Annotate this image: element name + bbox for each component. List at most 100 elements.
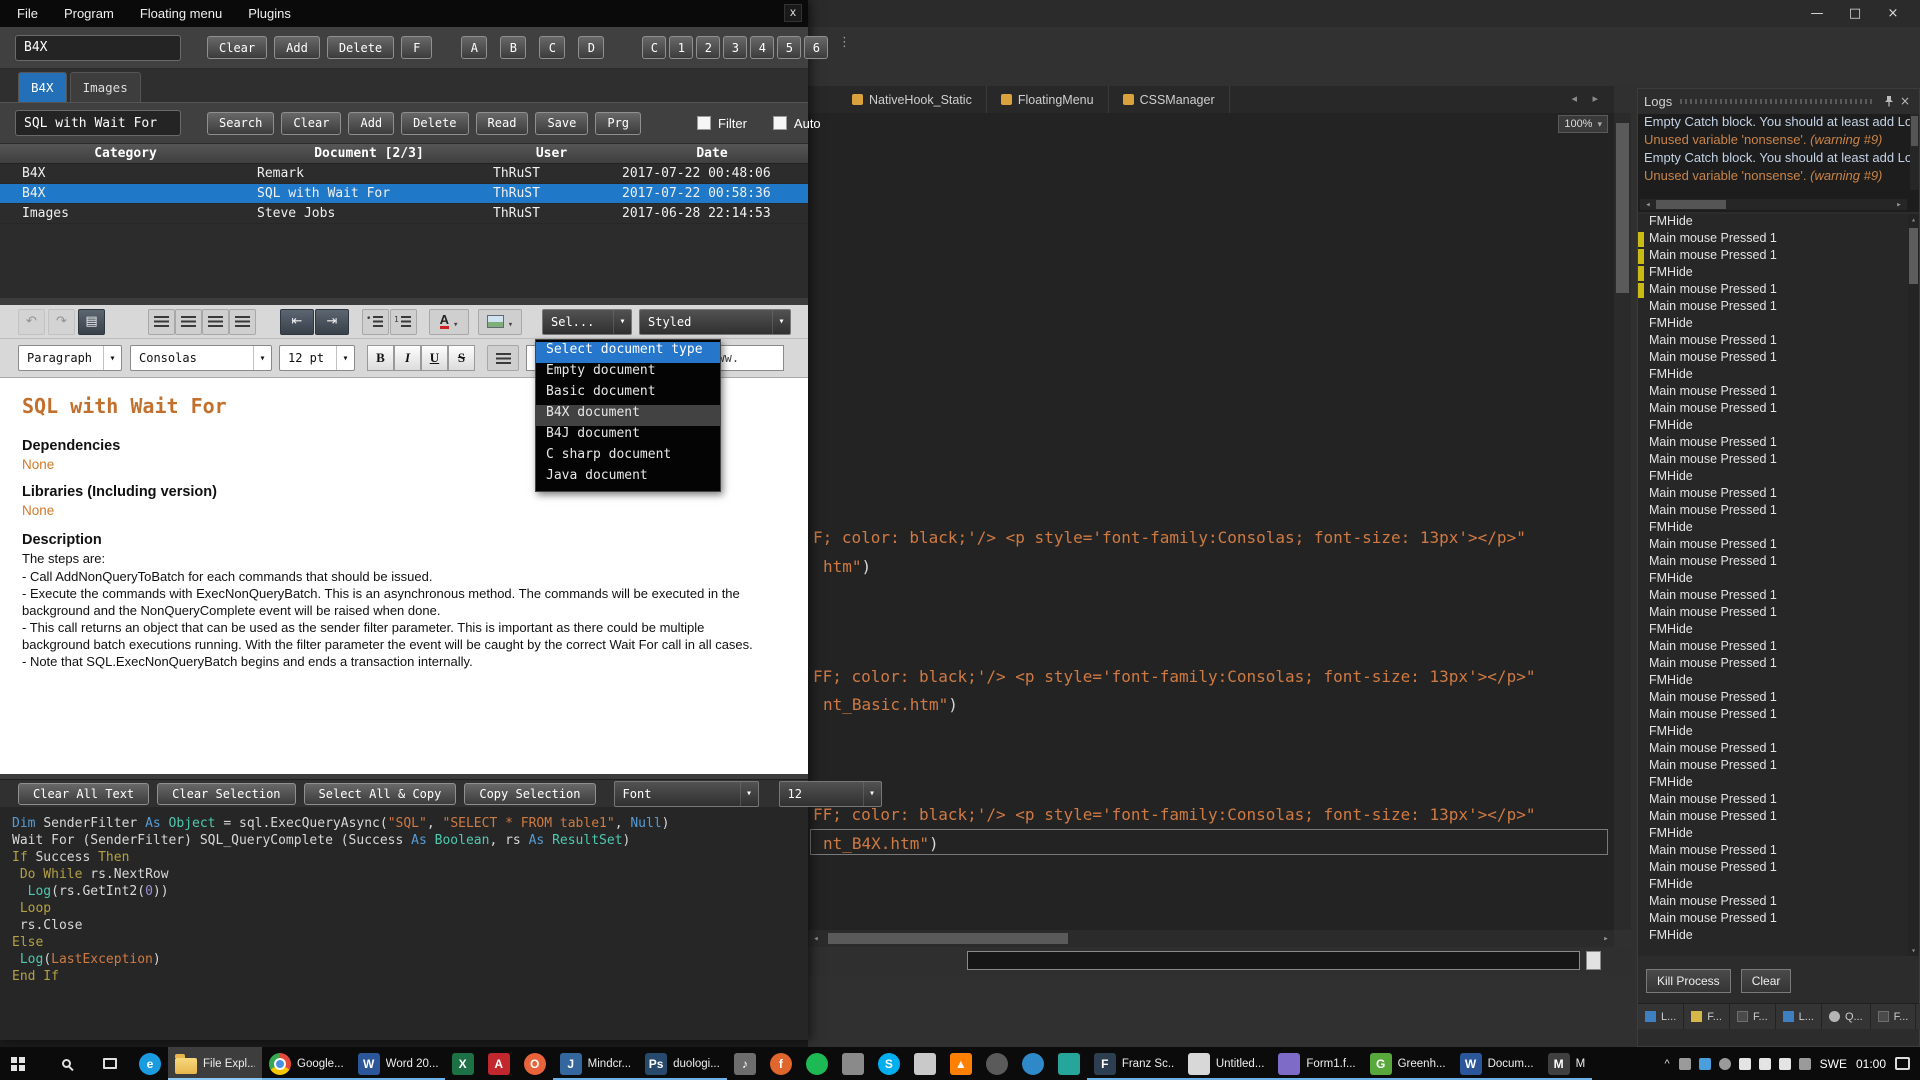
selection-button[interactable]: Select All & Copy xyxy=(304,783,457,805)
checkbox[interactable]: Auto xyxy=(773,116,821,131)
scroll-down-arrow[interactable] xyxy=(1908,946,1919,955)
scroll-right-arrow[interactable] xyxy=(1598,934,1614,944)
outdent-button[interactable] xyxy=(280,309,314,335)
selection-button[interactable]: Clear Selection xyxy=(157,783,295,805)
tray-shield-icon[interactable] xyxy=(1699,1058,1711,1070)
toolbar-button[interactable]: Save xyxy=(535,112,588,135)
font-size-combo[interactable]: 12 pt xyxy=(279,345,355,371)
log-scrollbar[interactable] xyxy=(1908,214,1919,956)
bullet-list-button[interactable] xyxy=(362,309,389,335)
table-row[interactable]: B4X Remark ThRuST 2017-07-22 00:48:06 xyxy=(0,164,808,184)
taskbar-item-app-dark[interactable] xyxy=(979,1047,1015,1080)
taskbar-item-firefox[interactable]: f xyxy=(763,1047,799,1080)
app-close-button[interactable]: x xyxy=(784,4,802,22)
dropdown-item[interactable]: C sharp document xyxy=(536,447,720,468)
taskbar-item-camera[interactable] xyxy=(835,1047,871,1080)
toolbar-button[interactable]: Clear xyxy=(207,36,267,59)
table-row[interactable]: B4X SQL with Wait For ThRuST 2017-07-22 … xyxy=(0,184,808,204)
warning-line[interactable]: Unused variable 'nonsense'. (warning #9) xyxy=(1638,168,1919,186)
tray-volume-icon[interactable] xyxy=(1779,1058,1791,1070)
toolbar-button[interactable]: Add xyxy=(348,112,394,135)
task-view-button[interactable] xyxy=(88,1047,132,1080)
toolbar-button[interactable]: Add xyxy=(274,36,320,59)
column-header[interactable]: Date xyxy=(616,144,808,163)
taskbar-item-file-explorer[interactable]: File Expl... xyxy=(168,1047,262,1080)
tray-sync-icon[interactable] xyxy=(1719,1058,1731,1070)
taskbar-item-app-light[interactable] xyxy=(907,1047,943,1080)
selection-button[interactable]: Copy Selection xyxy=(464,783,595,805)
panel-tab[interactable]: Q... xyxy=(1822,1004,1871,1029)
toolbar-button[interactable]: Search xyxy=(207,112,274,135)
taskbar-item-skype[interactable]: S xyxy=(871,1047,907,1080)
taskbar-item-m[interactable]: M M xyxy=(1541,1047,1593,1080)
dropdown-item[interactable]: B4X document xyxy=(536,405,720,426)
number-button[interactable]: 1 xyxy=(669,36,693,59)
number-button[interactable]: 5 xyxy=(777,36,801,59)
dropdown-item[interactable]: Basic document xyxy=(536,384,720,405)
menu-item[interactable]: Floating menu xyxy=(127,0,235,27)
tray-cloud-icon[interactable] xyxy=(1679,1058,1691,1070)
taskbar-item-vlc[interactable]: ▲ xyxy=(943,1047,979,1080)
taskbar-item-audio[interactable]: ♪ xyxy=(727,1047,763,1080)
align-center-button[interactable] xyxy=(175,309,202,335)
letter-button[interactable]: B xyxy=(500,36,526,59)
panel-tab[interactable]: F... xyxy=(1730,1004,1776,1029)
close-icon[interactable] xyxy=(1897,93,1913,109)
redo-button[interactable] xyxy=(48,309,75,335)
code-font-combo[interactable]: Font xyxy=(614,781,759,807)
taskbar-item-telegram[interactable] xyxy=(1015,1047,1051,1080)
start-button[interactable] xyxy=(0,1047,44,1080)
selection-button[interactable]: Clear All Text xyxy=(18,783,149,805)
paragraph-combo[interactable]: Paragraph xyxy=(18,345,122,371)
warning-line[interactable]: Empty Catch block. You should at least a… xyxy=(1638,114,1919,132)
scrollbar-thumb[interactable] xyxy=(1909,228,1918,284)
ide-module-tab[interactable]: FloatingMenu xyxy=(987,86,1109,113)
dropdown-item[interactable]: B4J document xyxy=(536,426,720,447)
taskbar-item-acrobat[interactable]: A xyxy=(481,1047,517,1080)
menu-item[interactable]: Plugins xyxy=(235,0,304,27)
taskbar-item-excel[interactable]: X xyxy=(445,1047,481,1080)
taskbar-item-spotify[interactable] xyxy=(799,1047,835,1080)
number-button[interactable]: 2 xyxy=(696,36,720,59)
scrollbar-thumb[interactable] xyxy=(828,933,1068,944)
menu-item[interactable]: Program xyxy=(51,0,127,27)
pin-icon[interactable] xyxy=(1881,93,1897,109)
panel-tab[interactable]: L... xyxy=(1638,1004,1684,1029)
ide-code-editor[interactable]: 100% F; color: black;'/> <p style='font-… xyxy=(808,113,1614,930)
taskbar-item-opera[interactable]: O xyxy=(517,1047,553,1080)
dropdown-item[interactable]: Java document xyxy=(536,468,720,489)
scroll-left-arrow[interactable] xyxy=(808,934,824,944)
search-input[interactable] xyxy=(15,110,181,136)
paste-button[interactable] xyxy=(78,309,105,335)
toolbar-button[interactable]: Prg xyxy=(595,112,641,135)
column-header[interactable]: Document [2/3] xyxy=(251,144,487,163)
category-tab[interactable]: B4X xyxy=(18,72,67,102)
checkbox[interactable]: Filter xyxy=(697,116,747,131)
more-icon[interactable]: ⋮ xyxy=(838,35,851,50)
scrollbar-thumb[interactable] xyxy=(1656,200,1726,209)
kill-process-button[interactable]: Kill Process xyxy=(1646,969,1731,993)
format-button[interactable]: S xyxy=(448,345,475,371)
toolbar-button[interactable]: Delete xyxy=(327,36,394,59)
paragraph-align-button[interactable] xyxy=(487,345,519,371)
taskbar-item-edge[interactable]: e xyxy=(132,1047,168,1080)
taskbar-item-teams[interactable] xyxy=(1051,1047,1087,1080)
clock[interactable]: 01:00 xyxy=(1856,1057,1886,1071)
taskbar-item-chrome[interactable]: Google... xyxy=(262,1047,351,1080)
panel-grip[interactable] xyxy=(1680,99,1873,104)
close-button[interactable]: × xyxy=(1874,0,1912,27)
search-button[interactable] xyxy=(44,1047,88,1080)
language-indicator[interactable]: SWE xyxy=(1820,1057,1847,1071)
menu-item[interactable]: File xyxy=(4,0,51,27)
category-input[interactable] xyxy=(15,35,181,61)
number-button[interactable]: C xyxy=(642,36,666,59)
clear-logs-button[interactable]: Clear xyxy=(1741,969,1792,993)
toolbar-button[interactable]: Read xyxy=(476,112,529,135)
font-name-combo[interactable]: Consolas xyxy=(130,345,272,371)
align-left-button[interactable] xyxy=(148,309,175,335)
log-list[interactable]: FMHideMain mouse Pressed 1Main mouse Pre… xyxy=(1638,214,1919,956)
panel-tab[interactable]: F... xyxy=(1684,1004,1730,1029)
tray-bluetooth-icon[interactable] xyxy=(1739,1058,1751,1070)
code-snippet-panel[interactable]: Dim SenderFilter As Object = sql.ExecQue… xyxy=(0,807,808,1040)
taskbar-item-greenshot[interactable]: G Greenh... xyxy=(1363,1047,1453,1080)
